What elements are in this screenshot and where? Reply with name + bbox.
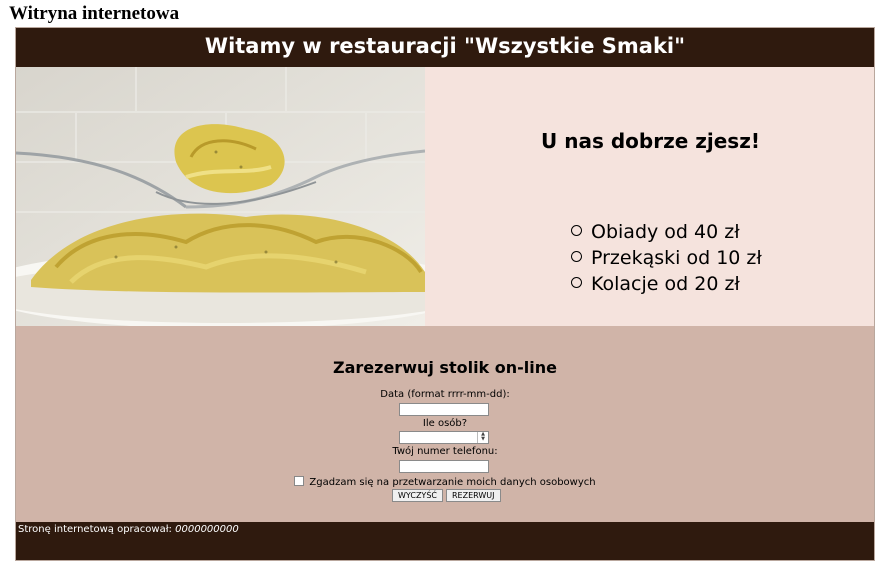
clear-button[interactable]: WYCZYŚĆ (392, 489, 443, 502)
list-item: Przekąski od 10 zł (571, 245, 762, 271)
circle-bullet-icon (571, 277, 582, 288)
reservation-form: Zarezerwuj stolik on-line Data (format r… (16, 326, 874, 522)
guests-spinner[interactable]: ▲ ▼ (477, 432, 488, 443)
price-list: Obiady od 40 zł Przekąski od 10 zł Kolac… (571, 219, 762, 297)
document-title: Witryna internetowa (9, 3, 180, 24)
date-field[interactable] (399, 403, 489, 416)
price-item-snacks: Przekąski od 10 zł (591, 247, 762, 269)
footer-credit: Stronę internetową opracował: 0000000000 (18, 524, 239, 535)
circle-bullet-icon (571, 225, 582, 236)
price-item-dinner: Kolacje od 20 zł (591, 273, 740, 295)
phone-field[interactable] (399, 460, 489, 473)
page-footer: Stronę internetową opracował: 0000000000 (16, 522, 874, 560)
reserve-button[interactable]: REZERWUJ (446, 489, 501, 502)
triangle-down-icon[interactable]: ▼ (478, 437, 488, 442)
list-item: Obiady od 40 zł (571, 219, 762, 245)
guests-label: Ile osób? (422, 418, 468, 429)
restaurant-banner: Witamy w restauracji "Wszystkie Smaki" (16, 28, 874, 67)
guests-number-input[interactable]: ▲ ▼ (399, 431, 489, 444)
reservation-heading: Zarezerwuj stolik on-line (333, 358, 557, 377)
date-label: Data (format rrrr-mm-dd): (380, 389, 510, 400)
pasta-photo (16, 67, 425, 326)
credit-label: Stronę internetową opracował: (18, 524, 172, 535)
list-item: Kolacje od 20 zł (571, 271, 762, 297)
promo-panel: U nas dobrze zjesz! Obiady od 40 zł Prze… (425, 67, 874, 326)
price-item-lunch: Obiady od 40 zł (591, 221, 740, 243)
consent-row: Zgadzam się na przetwarzanie moich danyc… (16, 476, 874, 488)
circle-bullet-icon (571, 251, 582, 262)
author-id: 0000000000 (175, 524, 239, 535)
phone-label: Twój numer telefonu: (392, 446, 498, 457)
promo-heading: U nas dobrze zjesz! (541, 129, 760, 153)
consent-checkbox[interactable] (294, 476, 305, 486)
consent-label: Zgadzam się na przetwarzanie moich danyc… (309, 477, 596, 488)
restaurant-page: Witamy w restauracji "Wszystkie Smaki" U… (15, 27, 875, 561)
